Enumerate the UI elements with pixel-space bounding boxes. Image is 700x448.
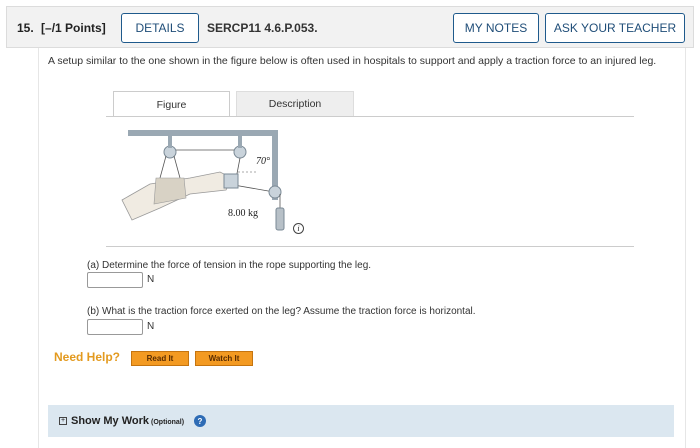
part-b-unit: N bbox=[147, 321, 155, 332]
foot-clamp bbox=[223, 173, 239, 189]
need-help-label: Need Help? bbox=[54, 350, 121, 364]
traction-figure: 70° 8.00 kg bbox=[120, 128, 320, 238]
part-a-unit: N bbox=[147, 274, 155, 285]
show-my-work-bar[interactable]: + Show My Work (Optional) ? bbox=[48, 405, 674, 437]
my-notes-button[interactable]: MY NOTES bbox=[453, 13, 539, 43]
tab-divider bbox=[106, 116, 634, 117]
problem-prompt: A setup similar to the one shown in the … bbox=[48, 55, 657, 67]
watch-it-button[interactable]: Watch It bbox=[195, 351, 253, 366]
tab-description[interactable]: Description bbox=[236, 91, 354, 117]
figure-divider bbox=[106, 246, 634, 247]
question-header: 15. [–/1 Points] DETAILS SERCP11 4.6.P.0… bbox=[6, 6, 694, 48]
show-my-work-label: Show My Work (Optional) bbox=[71, 415, 185, 427]
traction-diagram bbox=[121, 130, 285, 231]
leg-sling bbox=[153, 177, 187, 205]
tab-figure[interactable]: Figure bbox=[113, 91, 230, 117]
pulley-end bbox=[268, 185, 282, 199]
details-button[interactable]: DETAILS bbox=[121, 13, 199, 43]
question-id: SERCP11 4.6.P.053. bbox=[207, 21, 318, 35]
hanging-weight bbox=[275, 207, 285, 231]
ask-teacher-button[interactable]: ASK YOUR TEACHER bbox=[545, 13, 685, 43]
ceiling-bar bbox=[128, 130, 278, 136]
question-number: 15. [–/1 Points] bbox=[17, 21, 106, 35]
part-a-answer-input[interactable] bbox=[87, 272, 143, 288]
part-a-question: (a) Determine the force of tension in th… bbox=[87, 260, 372, 271]
angle-label: 70° bbox=[256, 156, 270, 167]
read-it-button[interactable]: Read It bbox=[131, 351, 189, 366]
expand-plus-icon[interactable]: + bbox=[59, 417, 67, 425]
part-b-question: (b) What is the traction force exerted o… bbox=[87, 306, 476, 317]
info-icon[interactable]: i bbox=[293, 223, 304, 234]
mass-label: 8.00 kg bbox=[228, 208, 258, 219]
part-b-answer-input[interactable] bbox=[87, 319, 143, 335]
help-question-icon[interactable]: ? bbox=[194, 415, 206, 427]
